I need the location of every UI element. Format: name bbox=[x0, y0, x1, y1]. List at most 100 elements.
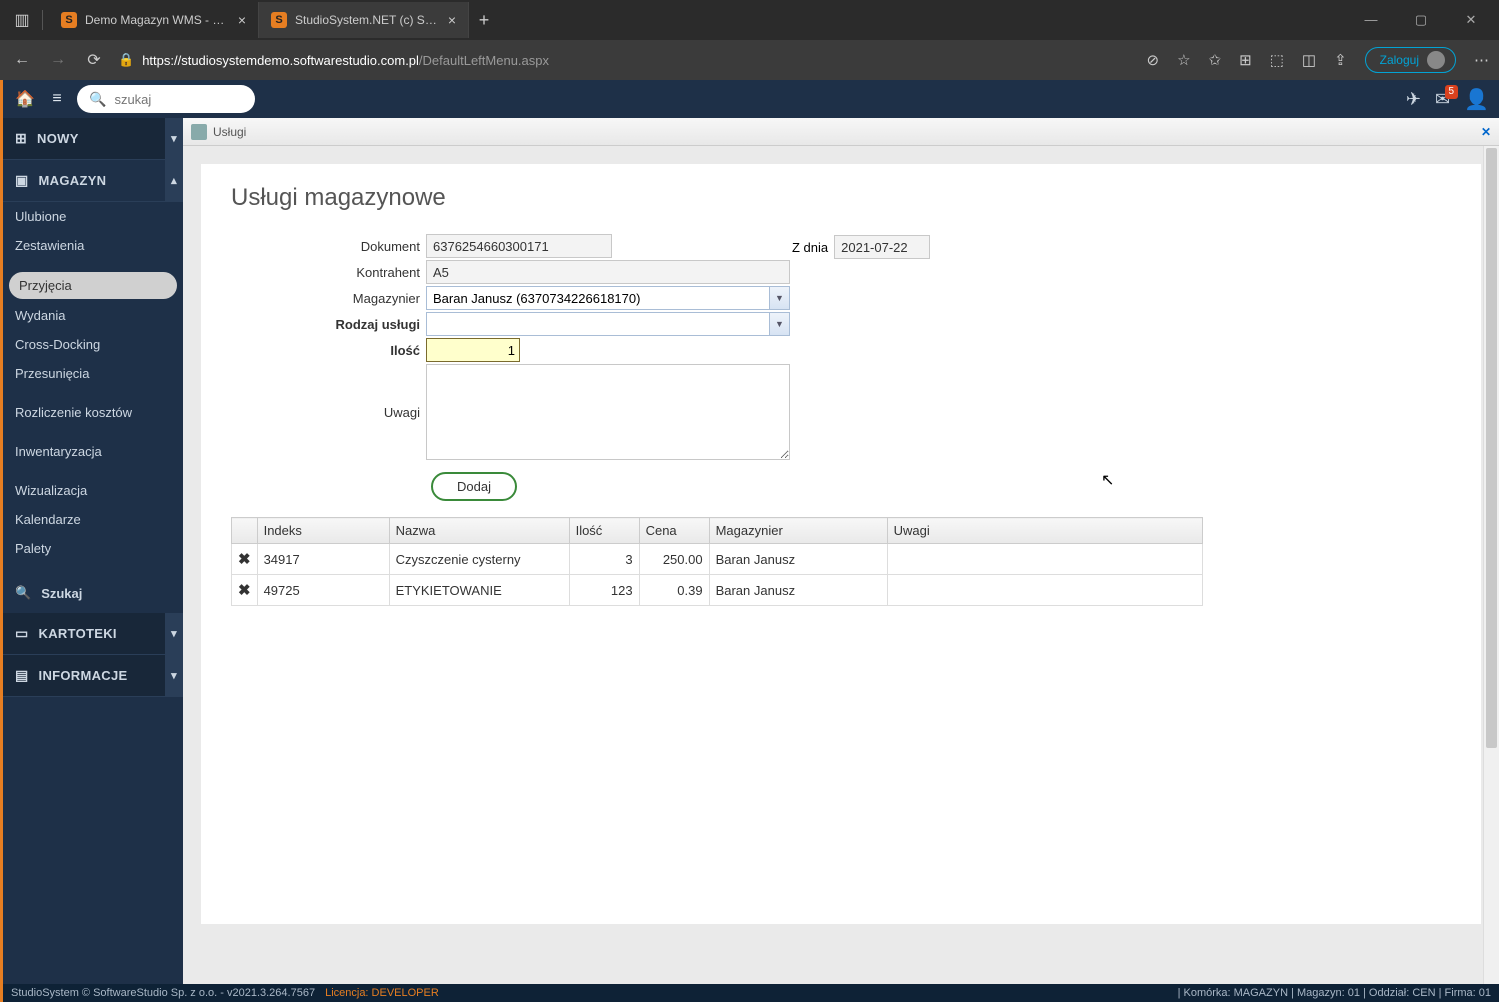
rodzaj-combo[interactable]: ▼ bbox=[426, 312, 790, 336]
collections-icon[interactable]: ⊞ bbox=[1239, 51, 1252, 69]
th-uwagi[interactable]: Uwagi bbox=[887, 518, 1202, 544]
magazynier-input[interactable] bbox=[426, 286, 770, 310]
cell-ilosc: 3 bbox=[569, 544, 639, 575]
favorites-bar-icon[interactable]: ✩ bbox=[1209, 51, 1222, 69]
sidebar-label: NOWY bbox=[37, 131, 79, 146]
tab-actions-icon[interactable]: ▥ bbox=[8, 6, 36, 34]
favorite-icon[interactable]: ☆ bbox=[1177, 51, 1190, 69]
home-icon[interactable]: 🏠 bbox=[13, 87, 37, 111]
forward-icon[interactable]: → bbox=[46, 51, 70, 69]
close-icon[interactable]: × bbox=[238, 12, 246, 28]
sidebar-item-crossdocking[interactable]: Cross-Docking bbox=[3, 330, 183, 359]
chevron-down-icon[interactable]: ▼ bbox=[770, 312, 790, 336]
reader-icon[interactable]: ◫ bbox=[1302, 51, 1316, 69]
tracking-icon[interactable]: ⊘ bbox=[1147, 51, 1160, 69]
login-button[interactable]: Zaloguj bbox=[1365, 47, 1456, 73]
cell-cena: 250.00 bbox=[639, 544, 709, 575]
cell-magazynier: Baran Janusz bbox=[709, 544, 887, 575]
send-icon[interactable]: ✈ bbox=[1406, 89, 1421, 110]
table-row[interactable]: ✖ 49725 ETYKIETOWANIE 123 0.39 Baran Jan… bbox=[232, 575, 1203, 606]
th-indeks[interactable]: Indeks bbox=[257, 518, 389, 544]
more-icon[interactable]: ⋯ bbox=[1474, 51, 1489, 69]
scrollbar-thumb[interactable] bbox=[1486, 148, 1497, 748]
th-magazynier[interactable]: Magazynier bbox=[709, 518, 887, 544]
chevron-down-icon[interactable]: ▾ bbox=[165, 655, 183, 697]
th-ilosc[interactable]: Ilość bbox=[569, 518, 639, 544]
chevron-up-icon[interactable]: ▴ bbox=[165, 160, 183, 202]
reload-icon[interactable]: ⟳ bbox=[82, 50, 106, 70]
browser-tab[interactable]: S Demo Magazyn WMS - Demo o × bbox=[49, 2, 259, 38]
add-button[interactable]: Dodaj bbox=[431, 472, 517, 501]
cell-uwagi bbox=[887, 544, 1202, 575]
search-icon: 🔍 bbox=[15, 585, 31, 601]
url-path: /DefaultLeftMenu.aspx bbox=[419, 53, 549, 68]
cell-nazwa: ETYKIETOWANIE bbox=[389, 575, 569, 606]
page-title: Usługi magazynowe bbox=[231, 184, 1451, 212]
url-host: https://studiosystemdemo.softwarestudio.… bbox=[142, 53, 419, 68]
extensions-icon[interactable]: ⬚ bbox=[1270, 51, 1284, 69]
sidebar-item-wizualizacja[interactable]: Wizualizacja bbox=[3, 476, 183, 505]
ilosc-input[interactable] bbox=[426, 338, 520, 362]
url-field[interactable]: 🔒 https://studiosystemdemo.softwarestudi… bbox=[118, 52, 549, 68]
magazynier-combo[interactable]: ▼ bbox=[426, 286, 790, 310]
sidebar-section-kartoteki[interactable]: ▭ KARTOTEKI ▾ bbox=[3, 613, 183, 655]
rodzaj-input[interactable] bbox=[426, 312, 770, 336]
chevron-down-icon[interactable]: ▼ bbox=[770, 286, 790, 310]
label-kontrahent: Kontrahent bbox=[231, 265, 426, 280]
sidebar-item-wydania[interactable]: Wydania bbox=[3, 301, 183, 330]
maximize-icon[interactable]: ▢ bbox=[1401, 12, 1441, 28]
tab-icon bbox=[191, 124, 207, 140]
close-tab-icon[interactable]: ✕ bbox=[1481, 125, 1491, 139]
cell-indeks: 49725 bbox=[257, 575, 389, 606]
kontrahent-field bbox=[426, 260, 790, 284]
sidebar-item-inwentaryzacja[interactable]: Inwentaryzacja bbox=[3, 437, 183, 466]
tab-title: Demo Magazyn WMS - Demo o bbox=[85, 13, 230, 27]
uwagi-textarea[interactable] bbox=[426, 364, 790, 460]
chevron-down-icon[interactable]: ▾ bbox=[165, 118, 183, 160]
sidebar-item-szukaj[interactable]: 🔍 Szukaj bbox=[3, 573, 183, 613]
user-icon[interactable]: 👤 bbox=[1464, 87, 1489, 112]
zdnia-field bbox=[834, 235, 930, 259]
back-icon[interactable]: ← bbox=[10, 51, 34, 69]
sidebar-item-ulubione[interactable]: Ulubione bbox=[3, 202, 183, 231]
vertical-scrollbar[interactable] bbox=[1483, 146, 1499, 984]
sidebar-item-przesuniecia[interactable]: Przesunięcia bbox=[3, 359, 183, 388]
sidebar-item-zestawienia[interactable]: Zestawienia bbox=[3, 231, 183, 260]
sidebar-section-magazyn[interactable]: ▣ MAGAZYN ▴ bbox=[3, 160, 183, 202]
search-input-wrapper[interactable]: 🔍 bbox=[77, 85, 255, 113]
sidebar-item-przyjecia[interactable]: Przyjęcia bbox=[9, 272, 177, 299]
minimize-icon[interactable]: — bbox=[1351, 12, 1391, 28]
status-license: Licencja: DEVELOPER bbox=[325, 987, 439, 999]
share-icon[interactable]: ⇪ bbox=[1334, 51, 1347, 69]
label-uwagi: Uwagi bbox=[231, 405, 426, 420]
sidebar-item-rozliczenie[interactable]: Rozliczenie kosztów bbox=[3, 398, 183, 427]
delete-row-icon[interactable]: ✖ bbox=[232, 544, 258, 575]
sidebar-section-informacje[interactable]: ▤ INFORMACJE ▾ bbox=[3, 655, 183, 697]
th-cena[interactable]: Cena bbox=[639, 518, 709, 544]
sidebar-section-nowy[interactable]: ⊞ NOWY ▾ bbox=[3, 118, 183, 160]
warehouse-icon: ▣ bbox=[15, 172, 29, 189]
sidebar-item-kalendarze[interactable]: Kalendarze bbox=[3, 505, 183, 534]
login-label: Zaloguj bbox=[1380, 53, 1419, 67]
delete-row-icon[interactable]: ✖ bbox=[232, 575, 258, 606]
close-icon[interactable]: × bbox=[448, 12, 456, 28]
dokument-field bbox=[426, 234, 612, 258]
mail-icon[interactable]: ✉5 bbox=[1435, 89, 1450, 110]
form-panel: Usługi magazynowe Dokument Z dnia Kontra… bbox=[201, 164, 1481, 924]
table-row[interactable]: ✖ 34917 Czyszczenie cysterny 3 250.00 Ba… bbox=[232, 544, 1203, 575]
chevron-down-icon[interactable]: ▾ bbox=[165, 613, 183, 655]
new-tab-button[interactable]: + bbox=[469, 10, 499, 31]
sidebar-label: KARTOTEKI bbox=[39, 626, 117, 641]
browser-tab[interactable]: S StudioSystem.NET (c) SoftwareSt × bbox=[259, 2, 469, 38]
sidebar-item-palety[interactable]: Palety bbox=[3, 534, 183, 563]
cell-magazynier: Baran Janusz bbox=[709, 575, 887, 606]
card-icon: ▭ bbox=[15, 625, 29, 642]
content-tab-bar: Usługi ✕ bbox=[183, 118, 1499, 146]
menu-toggle-icon[interactable]: ≡ bbox=[45, 87, 69, 111]
close-window-icon[interactable]: ✕ bbox=[1451, 12, 1491, 28]
avatar-icon bbox=[1427, 51, 1445, 69]
cell-indeks: 34917 bbox=[257, 544, 389, 575]
search-input[interactable] bbox=[114, 92, 243, 107]
th-nazwa[interactable]: Nazwa bbox=[389, 518, 569, 544]
plus-icon: ⊞ bbox=[15, 130, 27, 147]
